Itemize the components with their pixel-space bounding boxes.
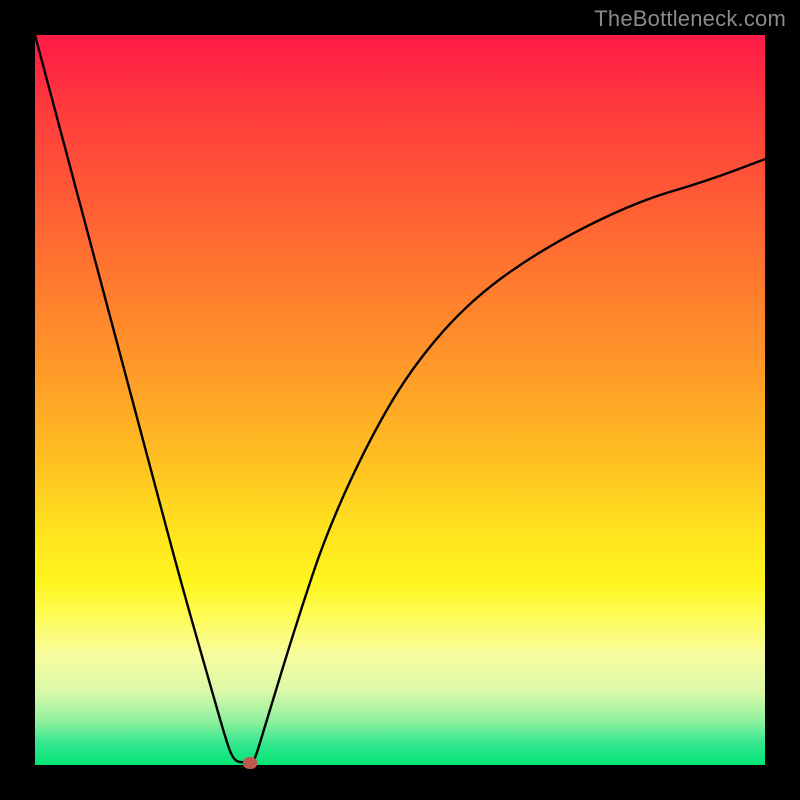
min-marker-icon — [243, 757, 257, 769]
bottleneck-curve — [35, 35, 765, 765]
watermark-label: TheBottleneck.com — [594, 6, 786, 32]
plot-area — [35, 35, 765, 765]
chart-frame: TheBottleneck.com — [0, 0, 800, 800]
